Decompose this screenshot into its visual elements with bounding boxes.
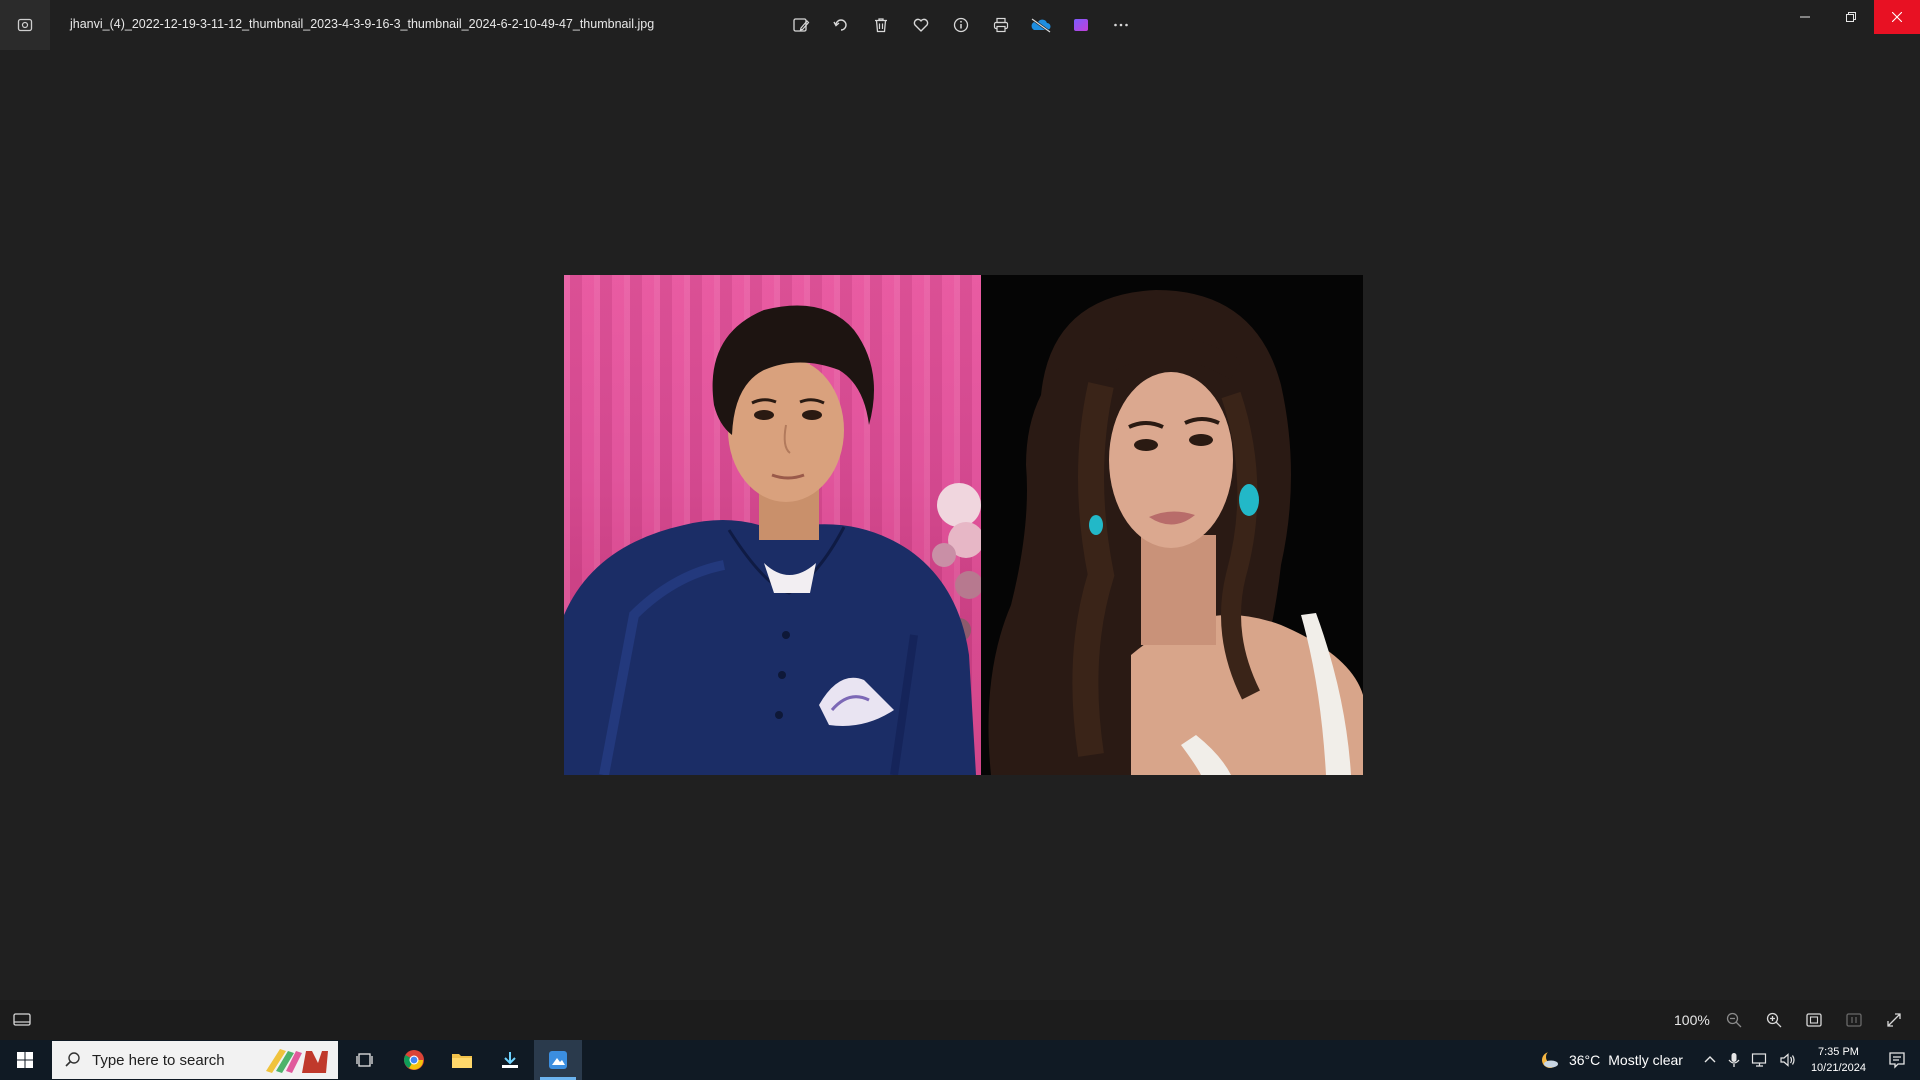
tray-icons: [1703, 1052, 1797, 1068]
weather-temp: 36°C: [1568, 1052, 1601, 1068]
microphone-icon[interactable]: [1727, 1052, 1741, 1068]
info-icon[interactable]: [947, 10, 975, 40]
close-button[interactable]: [1874, 0, 1920, 34]
viewer-bottom-bar: 100%: [0, 1000, 1920, 1040]
windows-logo-icon: [17, 1052, 33, 1068]
task-view-icon[interactable]: [342, 1040, 390, 1080]
title-bar: jhanvi_(4)_2022-12-19-3-11-12_thumbnail_…: [0, 0, 1920, 50]
search-icon: [65, 1052, 80, 1067]
taskbar: Type here to search 36°C Mostly clear 7:…: [0, 1040, 1920, 1080]
moon-weather-icon: [1541, 1050, 1560, 1068]
zoom-level[interactable]: 100%: [1674, 1012, 1710, 1028]
clipchamp-icon[interactable]: [1067, 10, 1095, 40]
downloads-icon[interactable]: [486, 1040, 534, 1080]
displayed-photo: [564, 275, 1363, 775]
rotate-icon[interactable]: [827, 10, 855, 40]
file-explorer-icon[interactable]: [438, 1040, 486, 1080]
edit-image-icon[interactable]: [787, 10, 815, 40]
zoom-in-icon[interactable]: [1762, 1008, 1786, 1032]
delete-icon[interactable]: [867, 10, 895, 40]
start-button[interactable]: [0, 1040, 50, 1080]
chevron-up-icon[interactable]: [1703, 1053, 1717, 1067]
clock-date: 10/21/2024: [1810, 1062, 1866, 1074]
actual-size-icon[interactable]: [1842, 1008, 1866, 1032]
viewer-toolbar: [787, 10, 1135, 40]
fullscreen-icon[interactable]: [1882, 1008, 1906, 1032]
restore-button[interactable]: [1828, 0, 1874, 34]
viewer-tools: [1722, 1008, 1906, 1032]
search-placeholder: Type here to search: [92, 1051, 225, 1069]
notification-center-icon[interactable]: [1882, 1051, 1912, 1069]
window-controls: [1782, 0, 1920, 34]
print-icon[interactable]: [987, 10, 1015, 40]
clock-time: 7:35 PM: [1817, 1046, 1859, 1058]
fit-window-icon[interactable]: [1802, 1008, 1826, 1032]
volume-icon[interactable]: [1779, 1052, 1797, 1068]
minimize-button[interactable]: [1782, 0, 1828, 34]
taskbar-clock[interactable]: 7:35 PM 10/21/2024: [1811, 1044, 1866, 1076]
filmstrip-icon[interactable]: [12, 1010, 32, 1035]
zoom-out-icon[interactable]: [1722, 1008, 1746, 1032]
favorite-icon[interactable]: [907, 10, 935, 40]
weather-condition: Mostly clear: [1608, 1052, 1683, 1068]
photos-app-icon-taskbar[interactable]: [534, 1040, 582, 1080]
taskbar-search[interactable]: Type here to search: [52, 1041, 338, 1079]
photo-left-half: [564, 275, 981, 775]
photo-right-half: [981, 275, 1363, 775]
taskbar-apps: [342, 1040, 582, 1080]
chrome-icon[interactable]: [390, 1040, 438, 1080]
weather-widget[interactable]: 36°C Mostly clear: [1539, 1049, 1683, 1071]
more-icon[interactable]: [1107, 10, 1135, 40]
onedrive-icon[interactable]: [1027, 10, 1055, 40]
network-icon[interactable]: [1751, 1052, 1769, 1068]
file-name: jhanvi_(4)_2022-12-19-3-11-12_thumbnail_…: [70, 17, 655, 31]
system-tray: 36°C Mostly clear 7:35 PM 10/21/2024: [1539, 1040, 1920, 1080]
photos-app-icon[interactable]: [0, 0, 50, 50]
search-highlight-art: [266, 1049, 328, 1073]
